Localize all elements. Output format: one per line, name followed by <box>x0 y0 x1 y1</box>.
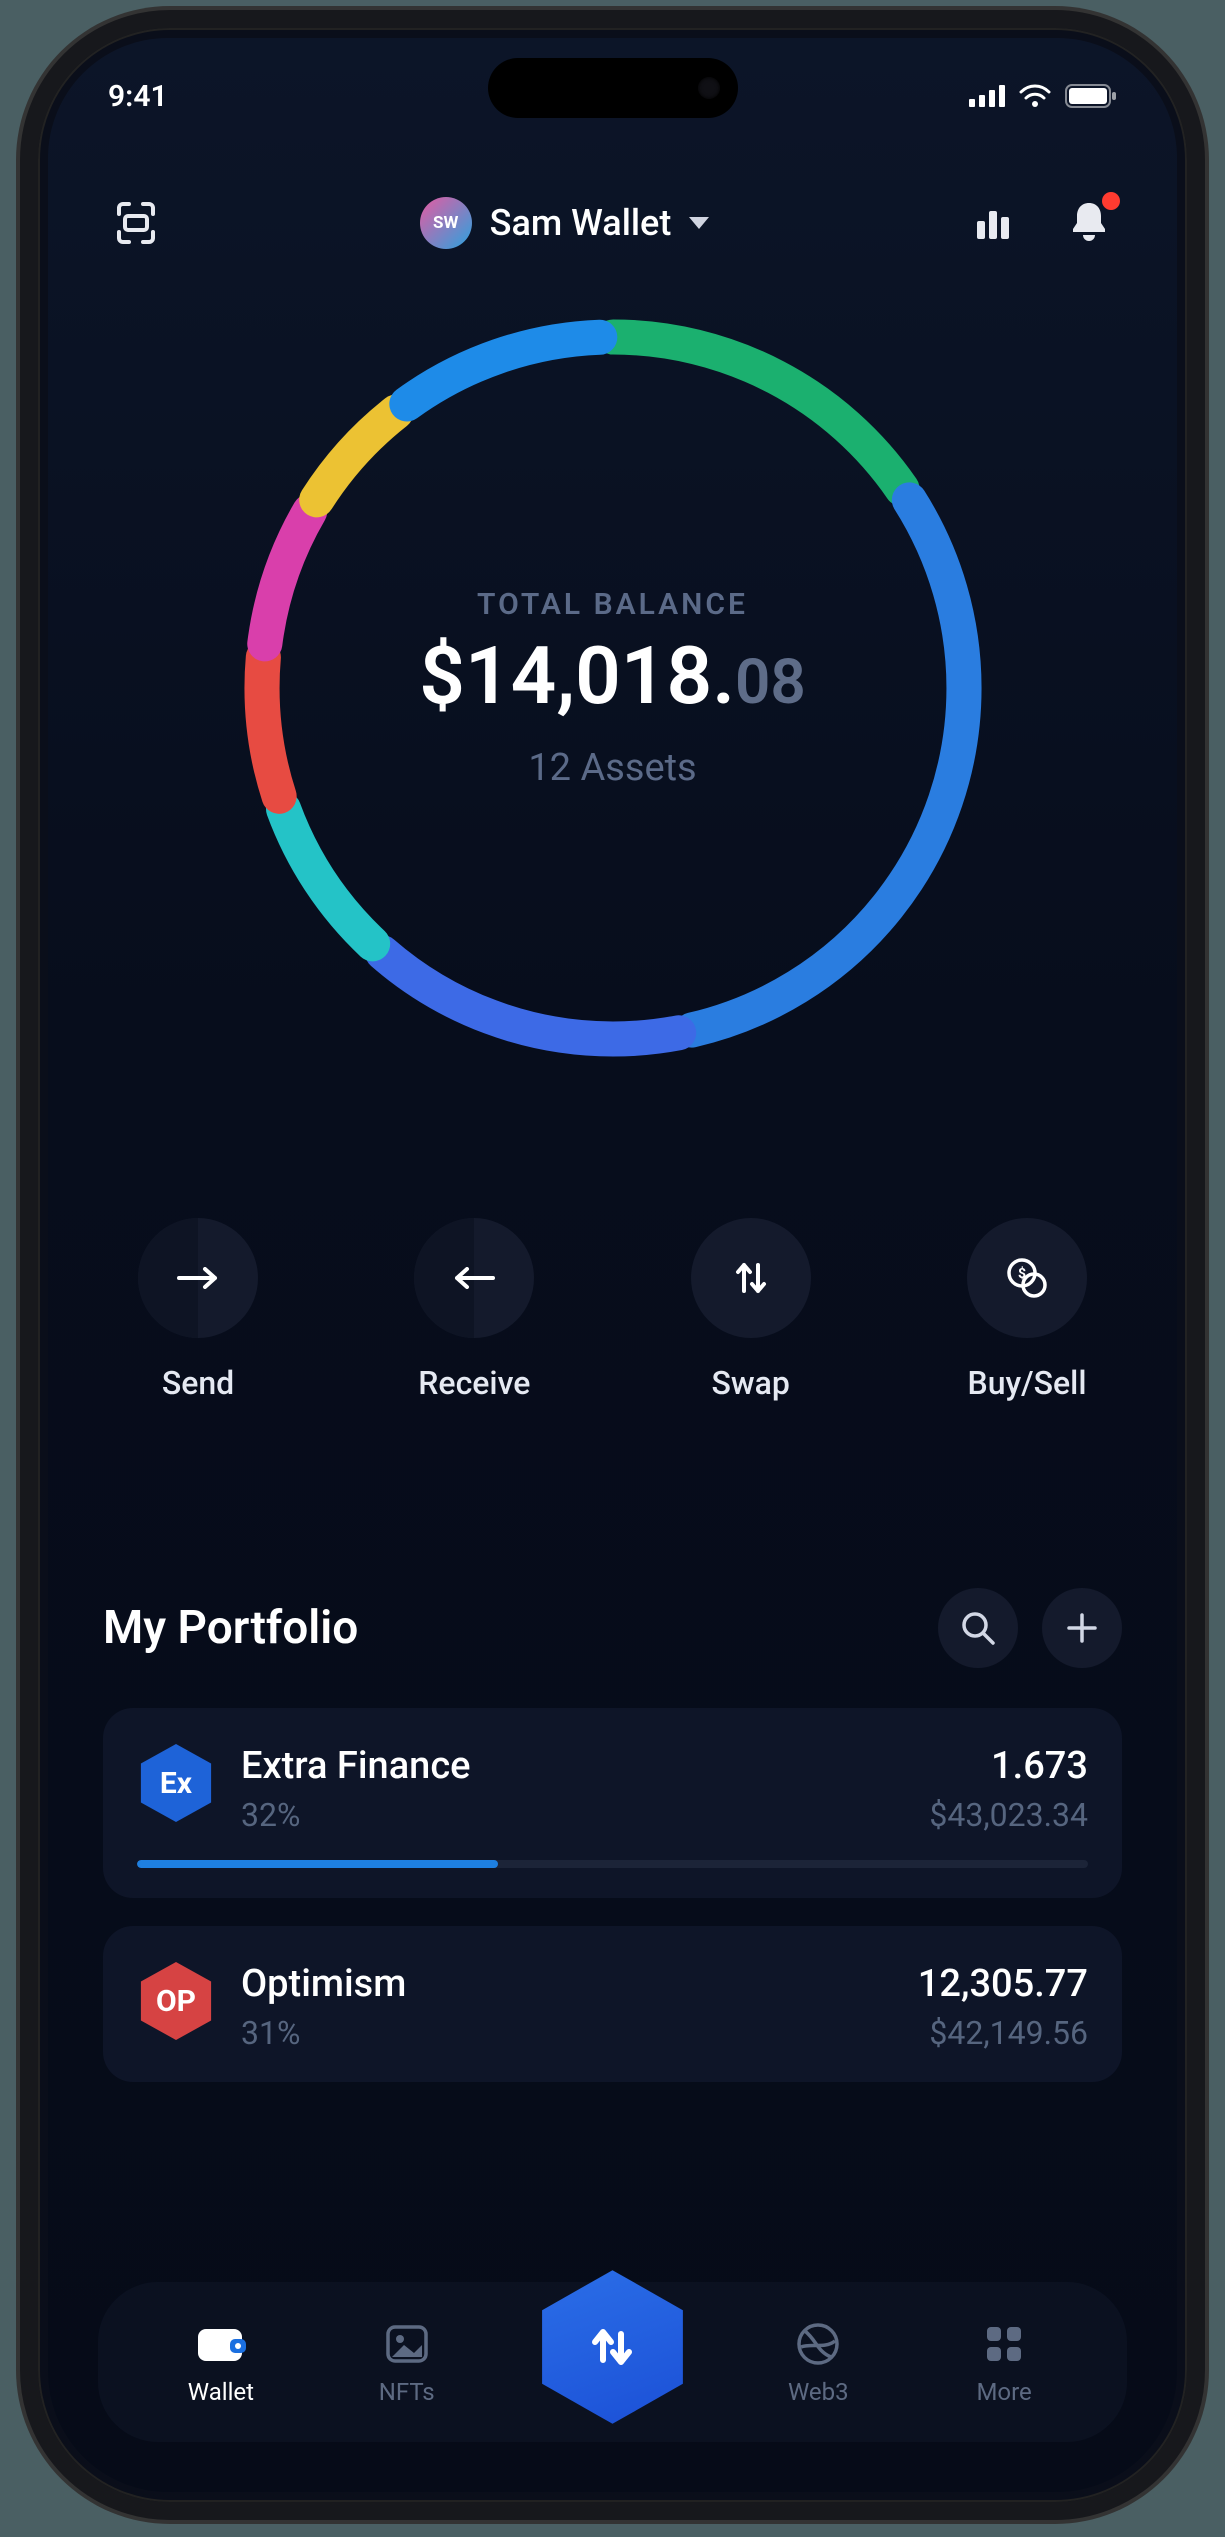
screen: 9:41 <box>48 38 1177 2492</box>
wifi-icon <box>1019 84 1051 108</box>
swap-icon <box>730 1257 772 1299</box>
balance-amount: $14,018.08 <box>419 636 806 716</box>
portfolio-section: My Portfolio Ex Extra Finance 32% <box>48 1588 1177 2110</box>
coins-icon: $ <box>1004 1255 1050 1301</box>
tab-wallet[interactable]: Wallet <box>156 2318 286 2406</box>
asset-name: Optimism <box>241 1962 892 2006</box>
asset-value: $42,149.56 <box>918 2014 1088 2052</box>
wallet-name: Sam Wallet <box>490 202 672 244</box>
tab-label: Wallet <box>188 2378 254 2406</box>
asset-percent: 31% <box>241 2014 892 2052</box>
tab-label: Web3 <box>788 2378 849 2406</box>
tab-nfts[interactable]: NFTs <box>342 2318 472 2406</box>
asset-quantity: 12,305.77 <box>918 1962 1088 2006</box>
asset-card[interactable]: Ex Extra Finance 32% 1.673 $43,023.34 <box>103 1708 1122 1898</box>
action-label: Buy/Sell <box>967 1364 1086 1402</box>
wallet-icon <box>195 2318 247 2370</box>
battery-icon <box>1065 84 1117 108</box>
asset-quantity: 1.673 <box>929 1744 1088 1788</box>
cellular-icon <box>969 85 1005 107</box>
asset-name: Extra Finance <box>241 1744 903 1788</box>
exchange-icon <box>532 2267 692 2427</box>
assets-count: 12 Assets <box>528 746 696 790</box>
phone-button <box>30 788 38 948</box>
bottom-tab-bar: Wallet NFTs Web3 <box>98 2282 1127 2442</box>
action-label: Receive <box>418 1364 530 1402</box>
globe-icon <box>792 2318 844 2370</box>
arrow-left-icon <box>451 1267 497 1289</box>
action-label: Swap <box>711 1364 789 1402</box>
buy-sell-button[interactable]: $ Buy/Sell <box>947 1218 1107 1402</box>
phone-button <box>30 448 38 538</box>
wallet-picker[interactable]: SW Sam Wallet <box>420 197 710 249</box>
portfolio-title: My Portfolio <box>103 1601 358 1655</box>
arrow-right-icon <box>175 1267 221 1289</box>
image-icon <box>381 2318 433 2370</box>
search-icon <box>959 1609 997 1647</box>
balance-summary: TOTAL BALANCE $14,018.08 12 Assets <box>223 298 1003 1078</box>
balance-label: TOTAL BALANCE <box>477 587 748 622</box>
plus-icon <box>1065 1611 1099 1645</box>
status-bar: 9:41 <box>48 66 1177 126</box>
send-button[interactable]: Send <box>118 1218 278 1402</box>
asset-card[interactable]: OP Optimism 31% 12,305.77 $42,149.56 <box>103 1926 1122 2082</box>
grid-icon <box>978 2318 1030 2370</box>
asset-value: $43,023.34 <box>929 1796 1088 1834</box>
receive-button[interactable]: Receive <box>394 1218 554 1402</box>
tab-center-action[interactable] <box>527 2262 697 2432</box>
asset-progress <box>137 1860 1088 1868</box>
notifications-button[interactable] <box>1061 195 1117 251</box>
action-row: Send Receive Swap $ Buy/Sell <box>48 1218 1177 1402</box>
swap-button[interactable]: Swap <box>671 1218 831 1402</box>
phone-button <box>30 588 38 748</box>
bell-icon <box>1069 201 1109 245</box>
tab-label: More <box>976 2378 1031 2406</box>
notification-badge <box>1102 192 1120 210</box>
phone-button <box>1187 648 1195 888</box>
svg-text:$: $ <box>1018 1265 1026 1282</box>
scan-icon[interactable] <box>108 195 164 251</box>
chevron-down-icon <box>689 217 709 229</box>
asset-icon: OP <box>137 1962 215 2040</box>
tab-label: NFTs <box>379 2378 435 2406</box>
avatar: SW <box>420 197 472 249</box>
asset-icon: Ex <box>137 1744 215 1822</box>
phone-frame: 9:41 <box>20 10 1205 2520</box>
add-button[interactable] <box>1042 1588 1122 1668</box>
action-label: Send <box>162 1364 234 1402</box>
asset-percent: 32% <box>241 1796 903 1834</box>
tab-web3[interactable]: Web3 <box>753 2318 883 2406</box>
app-header: SW Sam Wallet <box>48 178 1177 268</box>
status-time: 9:41 <box>108 79 168 114</box>
tab-more[interactable]: More <box>939 2318 1069 2406</box>
stats-icon[interactable] <box>965 195 1021 251</box>
portfolio-donut-chart[interactable]: TOTAL BALANCE $14,018.08 12 Assets <box>223 298 1003 1078</box>
search-button[interactable] <box>938 1588 1018 1668</box>
